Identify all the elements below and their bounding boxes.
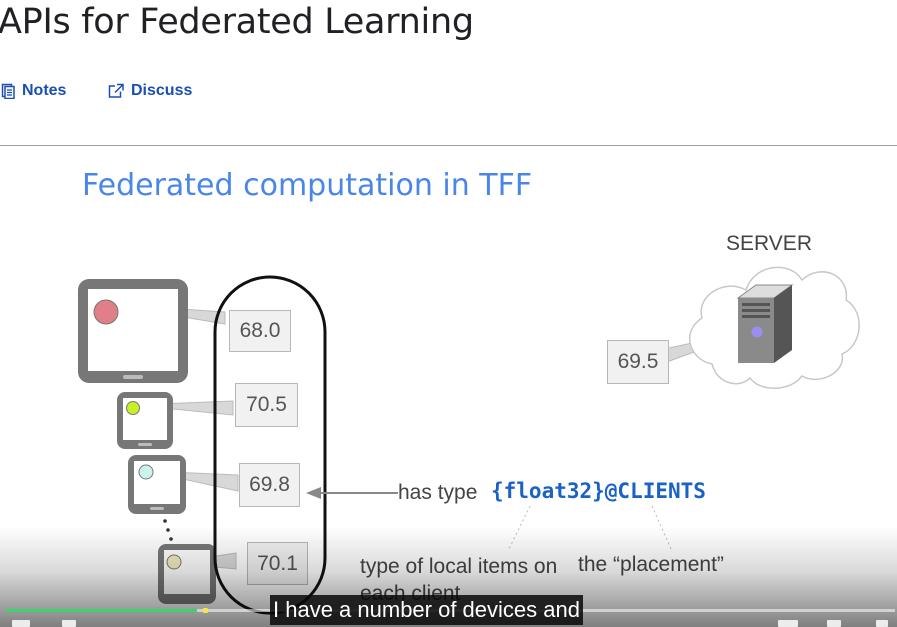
client-value-box: 70.5: [235, 383, 298, 427]
client-value-box: 69.8: [239, 463, 300, 507]
discuss-label: Discuss: [131, 82, 193, 99]
more-devices-dots: [163, 519, 173, 541]
phone-device-icon: [128, 455, 186, 514]
phone-device-icon: [117, 392, 173, 449]
placement-note: the “placement”: [578, 553, 724, 576]
server-value-box: 69.5: [607, 340, 669, 384]
page-title: APIs for Federated Learning: [0, 2, 474, 42]
client-value-box: 68.0: [229, 310, 291, 352]
progress-buffer-marker: [203, 608, 208, 613]
federated-type-code: {float32}@CLIENTS: [491, 479, 706, 503]
video-caption: I have a number of devices and: [270, 595, 583, 625]
slide-title: Federated computation in TFF: [82, 168, 533, 203]
fullscreen-icon[interactable]: [876, 620, 888, 627]
external-link-icon: [107, 83, 125, 99]
discuss-link[interactable]: Discuss: [107, 82, 192, 100]
settings-gear-icon[interactable]: [827, 620, 841, 627]
type-arrow: [306, 487, 398, 499]
server-label: SERVER: [726, 232, 812, 255]
volume-icon[interactable]: [62, 620, 76, 627]
tablet-device-icon: [78, 279, 188, 383]
play-pause-icon[interactable]: [12, 620, 30, 627]
server-cloud-icon: [689, 266, 860, 389]
has-type-label: has type: [398, 481, 478, 504]
captions-icon[interactable]: [778, 620, 798, 627]
client-value-box: 70.1: [247, 542, 308, 585]
notes-link[interactable]: Notes: [0, 82, 66, 100]
notes-label: Notes: [22, 82, 67, 99]
notes-icon: [0, 83, 16, 99]
video-player[interactable]: Federated computation in TFF SERVER 68.0…: [0, 146, 897, 627]
progress-played: [6, 609, 198, 612]
phone-device-icon: [158, 544, 216, 604]
